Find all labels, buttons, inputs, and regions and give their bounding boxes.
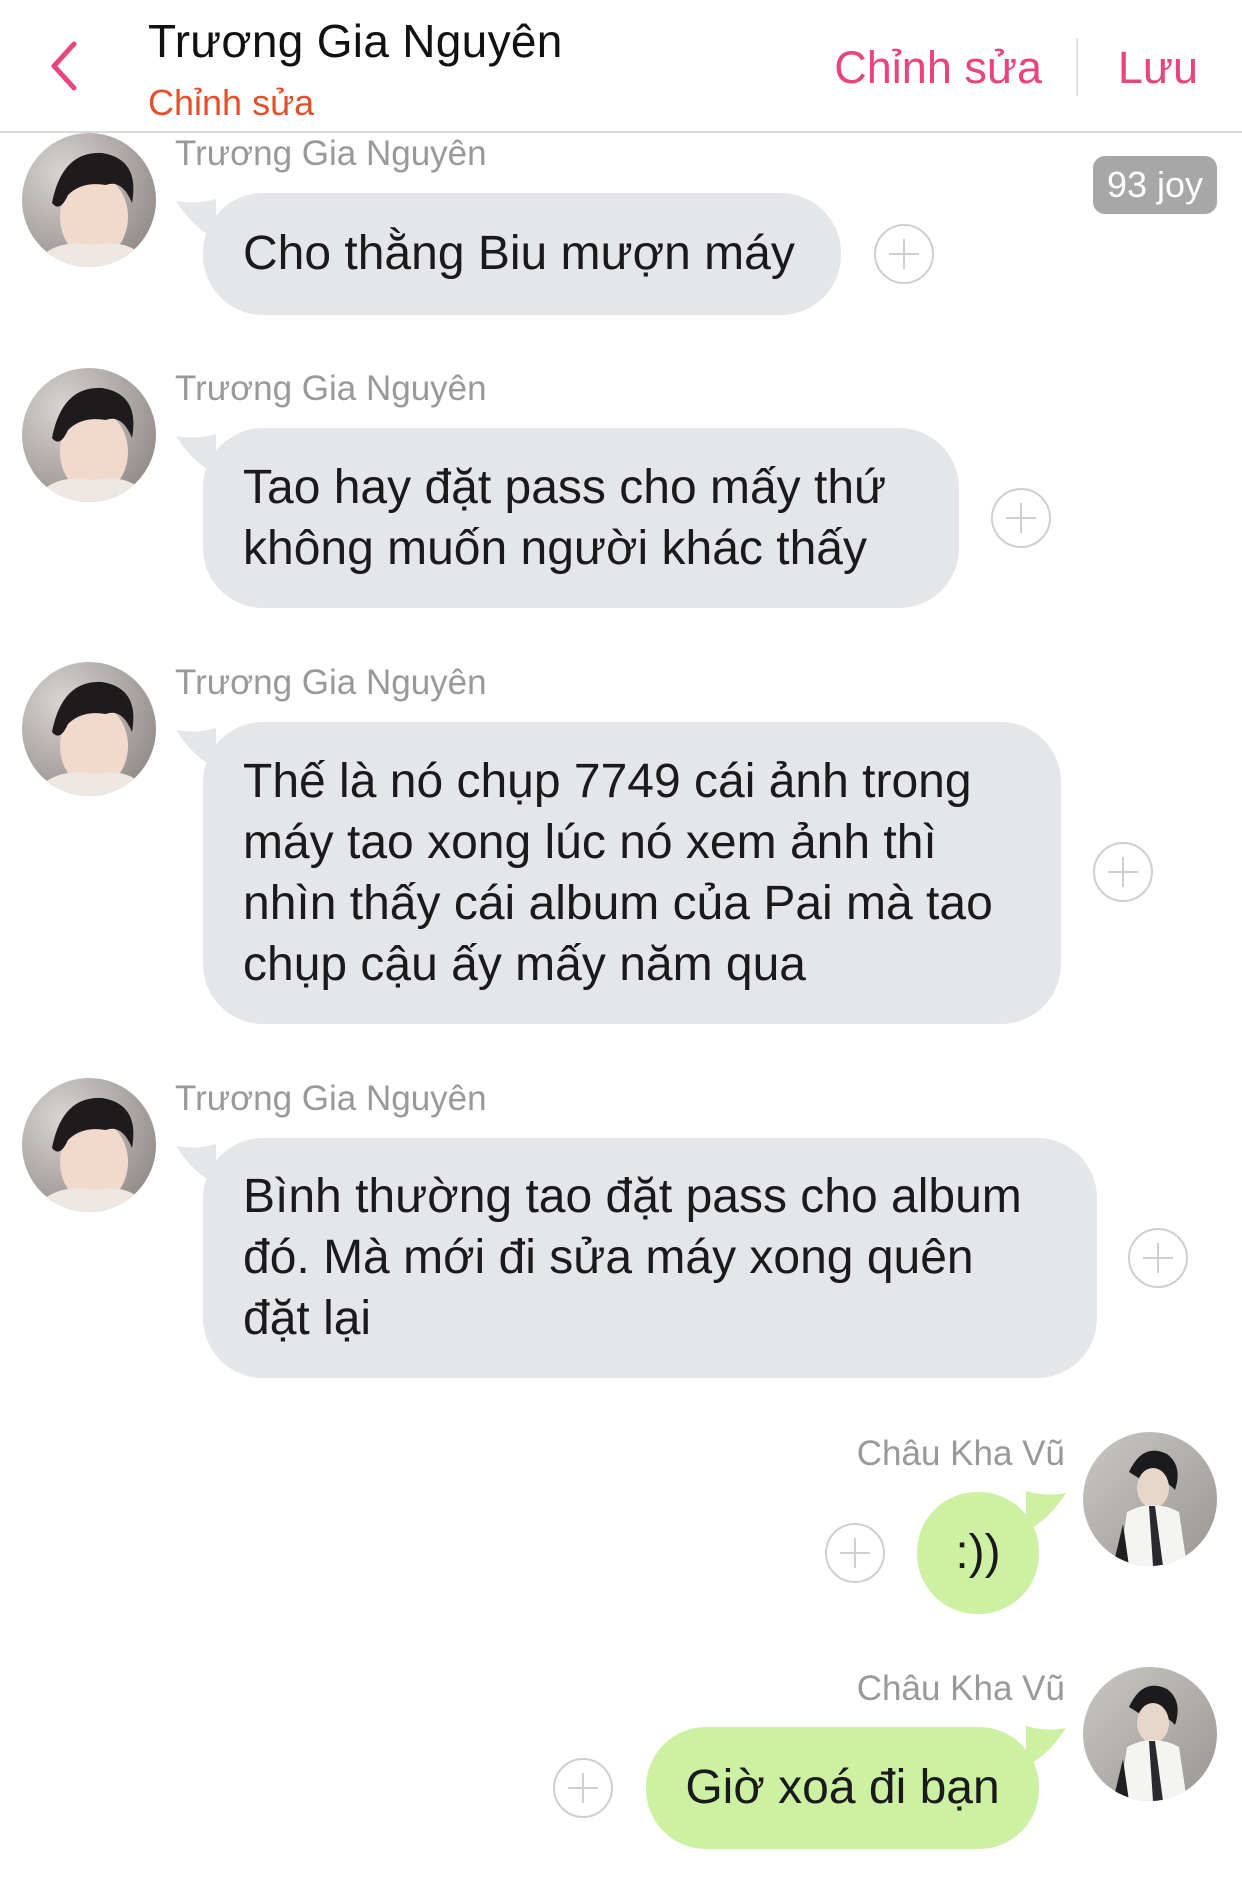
avatar-chau-kha-vu[interactable] (1083, 1432, 1217, 1566)
edit-button[interactable]: Chỉnh sửa (834, 42, 1042, 94)
message-text: Cho thằng Biu mượn máy (243, 227, 795, 280)
joy-badge: 93 joy (1093, 156, 1217, 214)
avatar-truong-gia-nguyen[interactable] (22, 133, 156, 267)
message-text-line: không muốn người khác thấy (243, 522, 867, 575)
avatar-truong-gia-nguyen[interactable] (22, 368, 156, 502)
chevron-left-icon (51, 41, 77, 91)
message-text-line: máy tao xong lúc nó xem ảnh thì (243, 816, 937, 869)
message-bubble[interactable]: Thế là nó chụp 7749 cái ảnh trong máy ta… (203, 722, 1061, 1024)
add-reaction-button[interactable] (553, 1758, 613, 1818)
chat-subtitle: Chỉnh sửa (148, 82, 315, 123)
message-bubble[interactable]: Tao hay đặt pass cho mấy thứ không muốn … (203, 428, 959, 608)
message-text-line: Tao hay đặt pass cho mấy thứ (243, 461, 887, 514)
add-reaction-button[interactable] (874, 224, 934, 284)
avatar-truong-gia-nguyen[interactable] (22, 662, 156, 796)
message-bubble[interactable]: Bình thường tao đặt pass cho album đó. M… (203, 1138, 1097, 1378)
save-button[interactable]: Lưu (1118, 42, 1198, 94)
message-text-line: chụp cậu ấy mấy năm qua (243, 938, 806, 991)
header-divider (1076, 38, 1078, 96)
message-text-line: Thế là nó chụp 7749 cái ảnh trong (243, 755, 972, 808)
message-text-line: đó. Mà mới đi sửa máy xong quên (243, 1231, 974, 1284)
message-text: Giờ xoá đi bạn (685, 1761, 1000, 1814)
message-bubble[interactable]: Giờ xoá đi bạn (646, 1727, 1039, 1849)
message-text: :)) (955, 1526, 1001, 1579)
chat-header: Trương Gia Nguyên Chỉnh sửa Chỉnh sửa Lư… (0, 0, 1242, 133)
sender-name: Trương Gia Nguyên (175, 134, 487, 173)
sender-name: Châu Kha Vũ (856, 1434, 1065, 1473)
sender-name: Trương Gia Nguyên (175, 369, 487, 408)
add-reaction-button[interactable] (1128, 1228, 1188, 1288)
avatar-truong-gia-nguyen[interactable] (22, 1078, 156, 1212)
message-bubble[interactable]: :)) (917, 1492, 1039, 1614)
chat-title: Trương Gia Nguyên (148, 15, 563, 67)
message-text-line: nhìn thấy cái album của Pai mà tao (243, 877, 993, 930)
message-bubble[interactable]: Cho thằng Biu mượn máy (203, 193, 841, 315)
back-button[interactable] (40, 36, 90, 96)
add-reaction-button[interactable] (1093, 842, 1153, 902)
message-text-line: Bình thường tao đặt pass cho album (243, 1170, 1022, 1223)
add-reaction-button[interactable] (991, 488, 1051, 548)
sender-name: Trương Gia Nguyên (175, 663, 487, 702)
sender-name: Trương Gia Nguyên (175, 1079, 487, 1118)
add-reaction-button[interactable] (825, 1523, 885, 1583)
avatar-chau-kha-vu[interactable] (1083, 1667, 1217, 1801)
message-text-line: đặt lại (243, 1292, 372, 1345)
sender-name: Châu Kha Vũ (856, 1669, 1065, 1708)
